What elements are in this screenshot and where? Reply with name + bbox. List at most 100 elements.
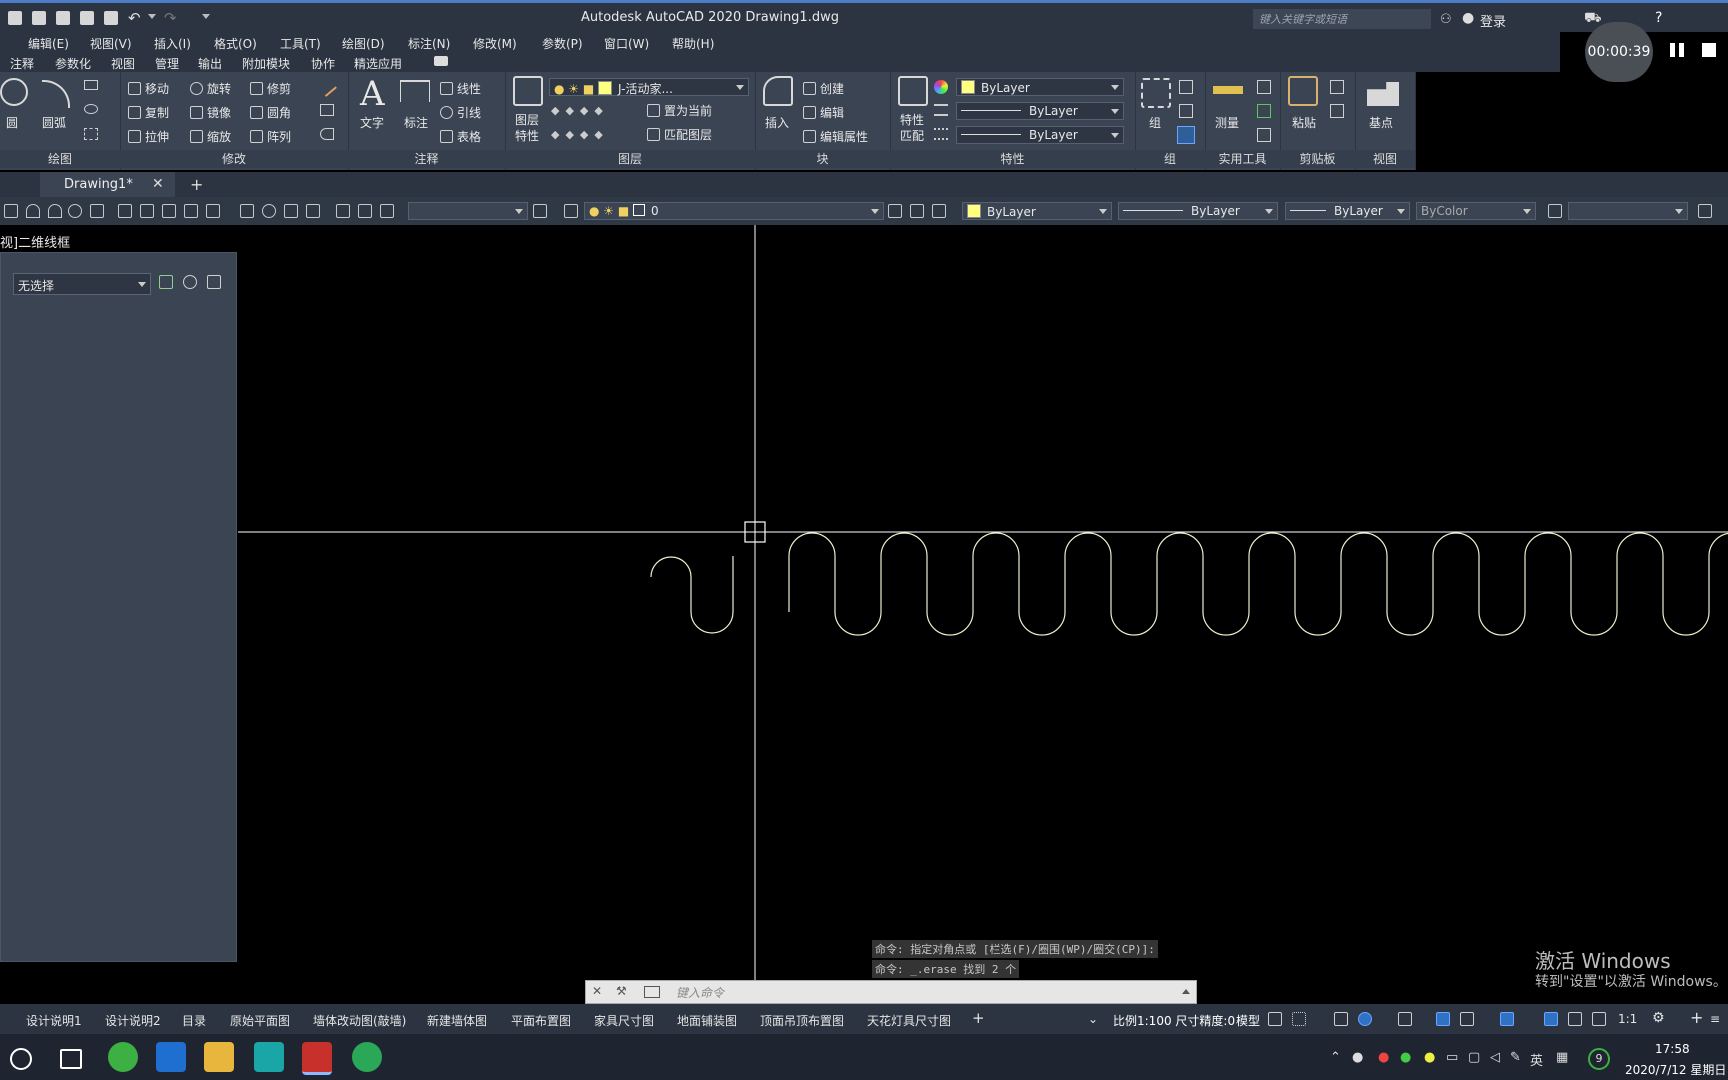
panel-title-draw[interactable]: 绘图: [0, 150, 120, 168]
arc-tool-icon[interactable]: [26, 204, 40, 218]
dimension-button[interactable]: 标注: [404, 114, 428, 131]
layer-control-dropdown[interactable]: ● ☀ ■ 0: [584, 202, 884, 220]
more-tabs-icon[interactable]: ⌄: [1088, 1012, 1098, 1026]
panel-title-block[interactable]: 块: [755, 150, 890, 168]
menu-view[interactable]: 视图(V): [90, 35, 132, 52]
tolerance-icon[interactable]: [240, 204, 254, 218]
copy-clip-icon[interactable]: [1330, 104, 1344, 118]
circle-tool-icon[interactable]: [68, 204, 82, 218]
menu-insert[interactable]: 插入(I): [154, 35, 191, 52]
menu-icon[interactable]: ≡: [1710, 1012, 1720, 1026]
menu-tools[interactable]: 工具(T): [280, 35, 321, 52]
circle-icon[interactable]: [0, 78, 28, 106]
table-button[interactable]: 表格: [440, 128, 481, 145]
drawing-canvas[interactable]: [238, 225, 1728, 980]
layout-tab[interactable]: 天花灯具尺寸图: [867, 1012, 951, 1029]
rectangle-icon[interactable]: [84, 80, 98, 90]
match-properties-icon[interactable]: [898, 76, 928, 106]
group-select-icon[interactable]: [1177, 126, 1195, 144]
3dsmax-icon[interactable]: [254, 1042, 284, 1072]
layout-tab[interactable]: 设计说明1: [26, 1012, 82, 1029]
quick-select-icon[interactable]: [1257, 80, 1271, 94]
array-button[interactable]: 阵列: [250, 128, 291, 145]
layout-tab[interactable]: 原始平面图: [230, 1012, 290, 1029]
add-layout-icon[interactable]: +: [972, 1009, 985, 1027]
base-view-button[interactable]: 基点: [1369, 114, 1393, 131]
chevron-up-icon[interactable]: [1182, 989, 1190, 994]
layer-manager-icon[interactable]: [564, 204, 578, 218]
web-mobile-icon[interactable]: [80, 11, 94, 25]
menu-modify[interactable]: 修改(M): [473, 35, 517, 52]
color-dropdown[interactable]: ByLayer: [956, 78, 1124, 96]
menu-format[interactable]: 格式(O): [214, 35, 257, 52]
isodraft-icon[interactable]: [1398, 1012, 1412, 1026]
linetype-dropdown[interactable]: ByLayer: [956, 126, 1124, 144]
paste-icon[interactable]: [1288, 76, 1318, 106]
edit-block-button[interactable]: 编辑: [803, 104, 844, 121]
model-space-button[interactable]: 模型: [1236, 1012, 1260, 1029]
binoculars-icon[interactable]: ⚇: [1440, 12, 1452, 27]
menu-parametric[interactable]: 参数(P): [542, 35, 583, 52]
stop-icon[interactable]: [1702, 43, 1716, 57]
task-view-icon[interactable]: [60, 1049, 82, 1069]
copy-button[interactable]: 复制: [128, 104, 169, 121]
paste-button[interactable]: 粘贴: [1292, 114, 1316, 131]
wrench-icon[interactable]: ⚒: [616, 984, 627, 998]
volume-icon[interactable]: ◁: [1490, 1050, 1500, 1065]
lineweight-display-icon[interactable]: [1500, 1012, 1514, 1026]
layer-dropdown[interactable]: ● ☀ ■ J-活动家...: [549, 78, 749, 96]
curve-segment[interactable]: [650, 556, 734, 634]
select-objects-icon[interactable]: [183, 275, 197, 289]
wechat-icon[interactable]: ●: [1400, 1050, 1411, 1065]
toolbar-color-dropdown[interactable]: ByLayer: [962, 202, 1112, 220]
annotation-visibility-icon[interactable]: [1544, 1012, 1558, 1026]
inspect-icon[interactable]: [284, 204, 298, 218]
dim-aligned-icon[interactable]: [140, 204, 154, 218]
scale-button[interactable]: 缩放: [190, 128, 231, 145]
plus-icon[interactable]: +: [1690, 1008, 1703, 1027]
ungroup-icon[interactable]: [1179, 80, 1193, 94]
pen-icon[interactable]: ✎: [1510, 1050, 1521, 1065]
arc2-tool-icon[interactable]: [48, 204, 62, 218]
tray-app-icon[interactable]: ●: [1424, 1050, 1435, 1065]
dimstyle-dropdown[interactable]: [408, 202, 528, 220]
dimedit-icon[interactable]: [336, 204, 350, 218]
panel-title-groups[interactable]: 组: [1135, 150, 1205, 168]
search-icon[interactable]: [10, 1048, 32, 1070]
make-layer-current-icon[interactable]: [888, 204, 902, 218]
close-icon[interactable]: ✕: [152, 176, 164, 192]
new-tab-icon[interactable]: +: [190, 175, 203, 194]
angle-tool-icon[interactable]: [90, 204, 104, 218]
toolbar-linetype-dropdown[interactable]: ByLayer: [1118, 202, 1278, 220]
cut-icon[interactable]: [1330, 80, 1344, 94]
dim-linear-icon[interactable]: [118, 204, 132, 218]
object-snap-tracking-icon[interactable]: [1436, 1012, 1450, 1026]
menu-help[interactable]: 帮助(H): [672, 35, 714, 52]
group-icon[interactable]: [1141, 78, 1171, 108]
video-app-icon[interactable]: [156, 1042, 186, 1072]
battery-icon[interactable]: ▭: [1446, 1050, 1458, 1065]
tab-addins[interactable]: 附加模块: [242, 55, 290, 72]
circle-button[interactable]: 圆: [6, 114, 18, 131]
annotation-scale-value[interactable]: 1:1: [1618, 1012, 1637, 1026]
stretch-button[interactable]: 拉伸: [128, 128, 169, 145]
undo-icon[interactable]: ↶: [128, 9, 141, 27]
menu-draw[interactable]: 绘图(D): [342, 35, 385, 52]
annotation-scale-icon[interactable]: [1592, 1012, 1606, 1026]
group-edit-icon[interactable]: [1179, 104, 1193, 118]
layout-tab[interactable]: 顶面吊顶布置图: [760, 1012, 844, 1029]
text-style-icon[interactable]: [1548, 204, 1562, 218]
dim-style-icon[interactable]: [1698, 204, 1712, 218]
ellipse-icon[interactable]: [84, 104, 98, 114]
open-icon[interactable]: [56, 11, 70, 25]
tab-view[interactable]: 视图: [111, 55, 135, 72]
text-button[interactable]: 文字: [360, 114, 384, 131]
ortho-icon[interactable]: [1334, 1012, 1348, 1026]
auto-scale-icon[interactable]: [1568, 1012, 1582, 1026]
save-icon[interactable]: [8, 11, 22, 25]
clock-time[interactable]: 17:58: [1655, 1042, 1690, 1056]
menu-dimension[interactable]: 标注(N): [408, 35, 450, 52]
edit-attributes-button[interactable]: 编辑属性: [803, 128, 868, 145]
linetype-icon[interactable]: [934, 128, 948, 140]
viewport-controls[interactable]: 视]二维线框: [0, 232, 70, 251]
